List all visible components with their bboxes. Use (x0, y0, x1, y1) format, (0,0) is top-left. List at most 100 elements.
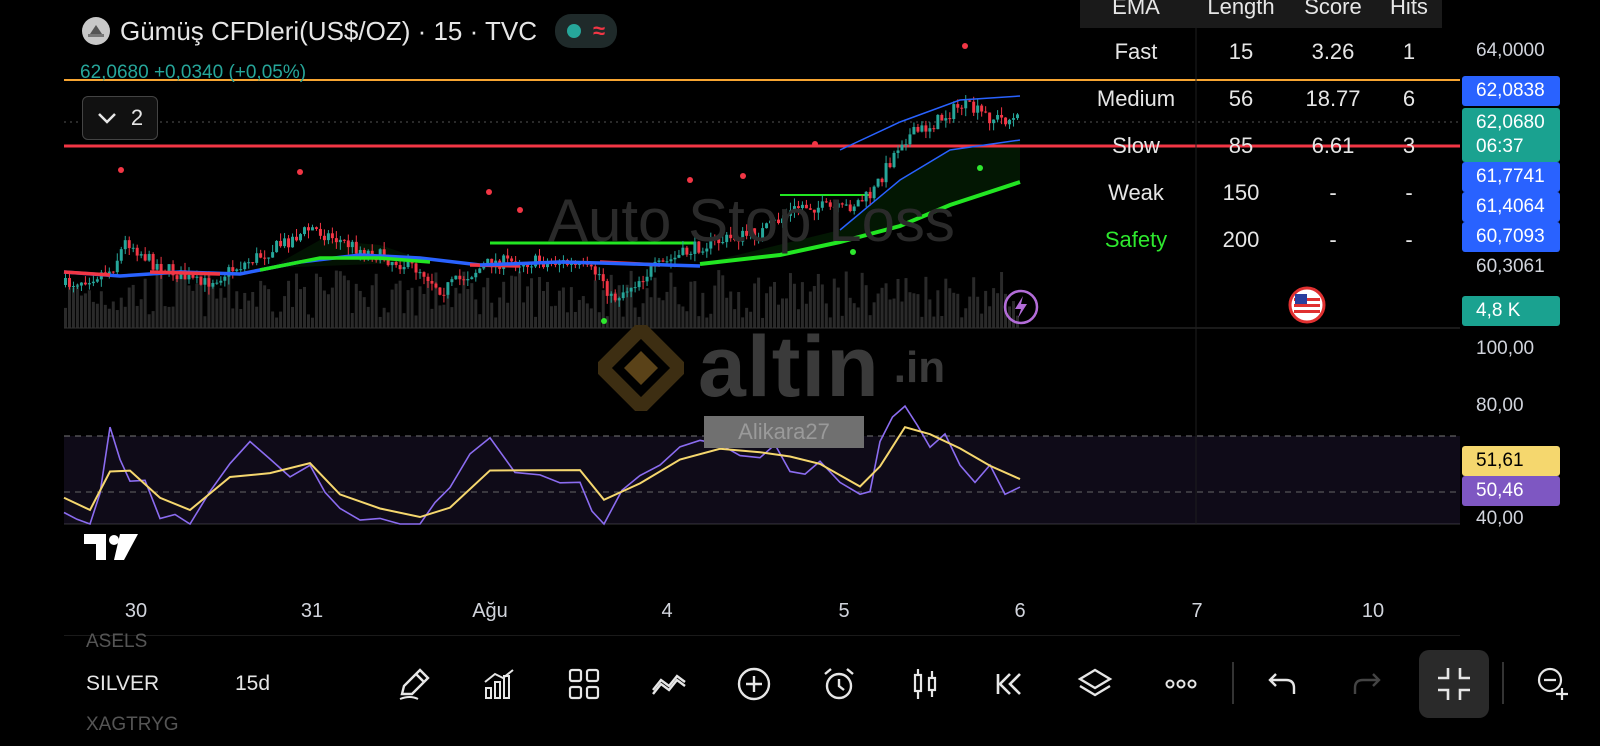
symbol-title: Gümüş CFDleri(US$/OZ) · 15 · TVC (120, 15, 538, 46)
more-icon[interactable] (1161, 662, 1201, 706)
volume-bar (470, 283, 474, 328)
volume-bar (418, 286, 422, 328)
volume-bar (992, 288, 996, 328)
interval-selector[interactable]: 15d (235, 672, 270, 696)
candle-body (625, 291, 629, 293)
candle-body (510, 258, 514, 262)
candle-body (207, 278, 211, 287)
volume-bar (581, 296, 585, 328)
volume-bar (522, 302, 526, 328)
volume-bar (159, 274, 163, 328)
symbol-header[interactable]: Gümüş CFDleri(US$/OZ) · 15 · TVC ≈ (82, 14, 618, 48)
plus-circle-icon[interactable] (734, 662, 774, 706)
watchlist-prev-symbol[interactable]: ASELS (86, 631, 147, 653)
candles-icon[interactable] (905, 662, 945, 706)
redo-icon[interactable] (1347, 662, 1387, 706)
crosshair-icon[interactable] (1534, 662, 1574, 706)
bar-countdown: 06:37 (1476, 136, 1524, 157)
pencil-icon[interactable] (394, 662, 434, 706)
date-label: 7 (1191, 600, 1203, 622)
candle-body (908, 134, 912, 145)
candle-body (657, 260, 661, 262)
symbol-selector[interactable]: SILVER (86, 672, 159, 696)
candle-body (279, 240, 283, 247)
ema-length: 150 (1222, 179, 1260, 205)
candle-body (526, 264, 530, 268)
chart-bars-icon[interactable] (479, 662, 519, 706)
candle-body (613, 293, 617, 301)
indicators-icon[interactable] (649, 662, 689, 706)
volume-bar (151, 311, 155, 328)
candle-body (996, 115, 1000, 120)
candle-body (888, 163, 892, 168)
sell-signal-dot (687, 177, 693, 183)
sell-signal-dot (118, 167, 124, 173)
volume-bar (502, 281, 506, 328)
candle-body (187, 274, 191, 280)
candle-body (175, 275, 179, 280)
date-label: 31 (300, 600, 324, 622)
ema-row-safety: Safety 200 - - (1080, 216, 1442, 263)
volume-bar (573, 311, 577, 328)
volume-bar (984, 290, 988, 328)
volume-bar (275, 317, 279, 328)
grid-icon[interactable] (564, 662, 604, 706)
candle-body (601, 274, 605, 282)
volume-bar (354, 283, 358, 328)
volume-bar (450, 307, 454, 328)
undo-icon[interactable] (1262, 662, 1302, 706)
candle-body (83, 282, 87, 285)
candle-body (143, 254, 147, 261)
candle-body (641, 281, 645, 283)
candle-body (334, 238, 338, 243)
layers-icon[interactable] (1075, 662, 1115, 706)
candle-body (147, 254, 151, 261)
ema-name: Fast (1114, 38, 1158, 64)
candle-body (139, 254, 143, 256)
watchlist-next-symbol[interactable]: XAGTRYG (86, 714, 179, 736)
candle-body (295, 236, 299, 241)
rewind-icon[interactable] (990, 662, 1030, 706)
volume-bar (518, 271, 522, 328)
candle-body (291, 236, 295, 248)
date-label: Ağu (472, 600, 508, 622)
candle-body (127, 240, 131, 249)
market-status-pill[interactable]: ≈ (555, 14, 618, 48)
price-tag: 60,7093 (1462, 222, 1560, 252)
collapse-indicators-button[interactable]: 2 (82, 96, 158, 140)
candle-body (199, 276, 203, 285)
osc-axis-label: 100,00 (1476, 338, 1535, 359)
candle-body (235, 269, 239, 272)
buy-signal-dot (977, 165, 983, 171)
volume-bar (95, 303, 99, 328)
volume-bar (163, 306, 167, 328)
candle-body (111, 271, 115, 273)
candle-body (900, 144, 904, 151)
candle-body (283, 238, 287, 247)
fullscreen-exit-icon[interactable] (1434, 662, 1474, 706)
candle-body (386, 260, 390, 266)
volume-bar (948, 288, 952, 328)
candle-body (458, 275, 462, 280)
candle-body (454, 275, 458, 280)
candle-body (119, 249, 123, 261)
volume-bar (964, 308, 968, 328)
date-label: 4 (661, 600, 673, 622)
volume-bar (219, 288, 223, 328)
ema-length: 85 (1228, 132, 1254, 158)
volume-bar (191, 290, 195, 328)
volume-bar (330, 287, 334, 328)
candle-body (438, 287, 442, 295)
ema-name: Safety (1104, 226, 1168, 252)
us-flag-icon[interactable] (1288, 286, 1326, 329)
ema-row-medium: Medium 56 18.77 6 (1080, 75, 1442, 122)
candle-body (135, 247, 139, 256)
volume-bar (988, 306, 992, 328)
volume-bar (514, 276, 518, 328)
lightning-icon[interactable] (1002, 288, 1040, 331)
volume-bar (195, 283, 199, 328)
volume-bar (490, 302, 494, 328)
alarm-icon[interactable] (819, 662, 859, 706)
volume-bar (430, 308, 434, 328)
volume-bar (526, 286, 530, 328)
